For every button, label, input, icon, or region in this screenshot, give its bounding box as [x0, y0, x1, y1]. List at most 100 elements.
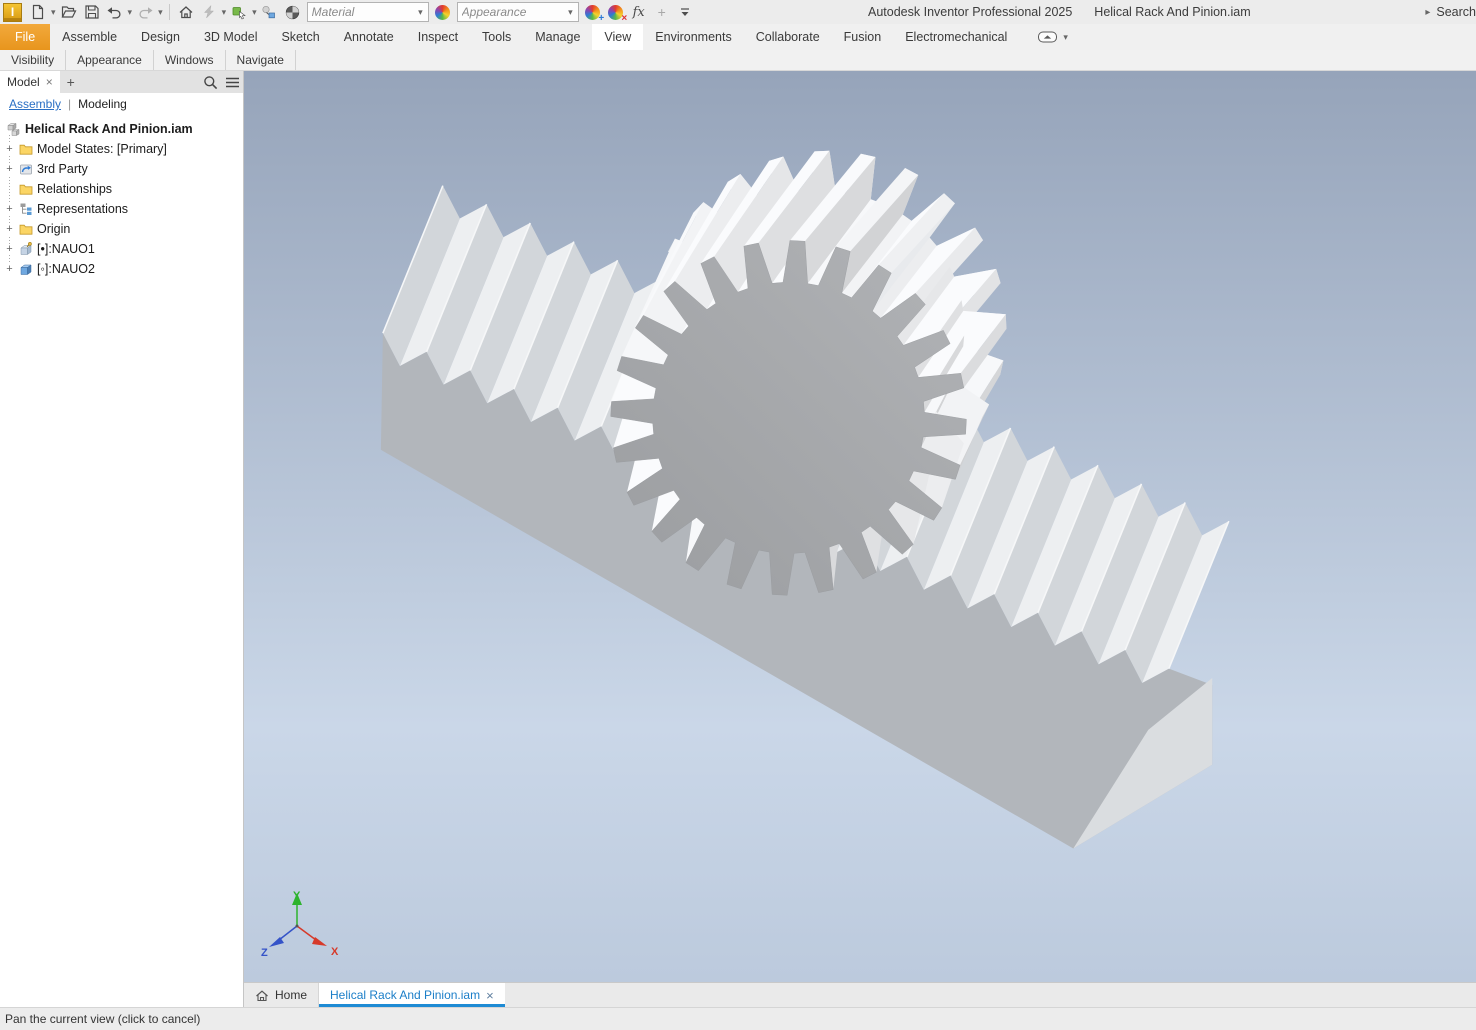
- color-wheel-clear-icon: ×: [608, 5, 623, 20]
- home-view-button[interactable]: [175, 2, 197, 22]
- tree-item-nauo2[interactable]: + [◦]:NAUO2: [0, 259, 243, 279]
- customize-toolbar-button[interactable]: [674, 2, 696, 22]
- replace-component-button[interactable]: [259, 2, 281, 22]
- return-dropdown[interactable]: ▾: [222, 7, 227, 18]
- select-dropdown[interactable]: ▾: [252, 7, 257, 18]
- material-sphere-icon: [284, 4, 301, 21]
- tab-manage[interactable]: Manage: [523, 24, 592, 50]
- home-tab-label: Home: [275, 988, 307, 1002]
- close-document-icon[interactable]: ×: [486, 988, 494, 1003]
- open-file-button[interactable]: [58, 2, 80, 22]
- tree-item-label: Relationships: [37, 182, 112, 196]
- tree-root-assembly[interactable]: Helical Rack And Pinion.iam: [0, 119, 243, 139]
- tree-item-label: Representations: [37, 202, 128, 216]
- select-tool-button[interactable]: [228, 2, 250, 22]
- representations-icon: [19, 202, 33, 216]
- inventor-logo-icon[interactable]: I: [3, 3, 22, 22]
- expander-plus[interactable]: +: [4, 224, 15, 235]
- search-area[interactable]: ▸ Search: [1425, 0, 1476, 24]
- ribbon-panels-row: Visibility Appearance Windows Navigate: [0, 50, 1476, 71]
- window-title: Autodesk Inventor Professional 2025 Heli…: [868, 0, 1251, 24]
- fx-icon: fx: [630, 5, 648, 20]
- tab-inspect[interactable]: Inspect: [406, 24, 470, 50]
- material-combo[interactable]: Material ▾: [307, 2, 429, 22]
- tree-item-model-states[interactable]: + Model States: [Primary]: [0, 139, 243, 159]
- tab-tools[interactable]: Tools: [470, 24, 523, 50]
- ribbon-display-toggle[interactable]: ▾: [1037, 24, 1069, 50]
- tab-file[interactable]: File: [0, 24, 50, 50]
- titlebar: I ▾ ▾ ▾ ▾ ▾: [0, 0, 1476, 24]
- customize-caret-icon: [679, 6, 691, 19]
- appearance-combo[interactable]: Appearance ▾: [457, 2, 579, 22]
- tree-item-representations[interactable]: + Representations: [0, 199, 243, 219]
- adjust-add-button[interactable]: +: [582, 2, 604, 22]
- panel-navigate[interactable]: Navigate: [226, 50, 296, 70]
- new-file-button[interactable]: [27, 2, 49, 22]
- document-tab-active[interactable]: Helical Rack And Pinion.iam ×: [319, 983, 505, 1007]
- home-tab[interactable]: Home: [244, 983, 319, 1007]
- view-assembly-link[interactable]: Assembly: [9, 97, 61, 111]
- close-icon[interactable]: ×: [46, 75, 53, 89]
- axis-x-line: [297, 926, 316, 940]
- browser-tab-label: Model: [7, 75, 40, 89]
- tab-annotate[interactable]: Annotate: [332, 24, 406, 50]
- expander-plus[interactable]: +: [4, 244, 15, 255]
- material-combo-caret: ▾: [418, 7, 423, 18]
- toolbar-separator: [169, 4, 170, 20]
- tree-item-label: [•]:NAUO1: [37, 242, 95, 256]
- new-file-dropdown[interactable]: ▾: [51, 7, 56, 18]
- browser-tab-model[interactable]: Model ×: [0, 71, 60, 93]
- axis-z-line: [279, 926, 297, 940]
- status-bar: Pan the current view (click to cancel): [0, 1007, 1476, 1030]
- tab-collaborate[interactable]: Collaborate: [744, 24, 832, 50]
- axis-z-label: Z: [261, 947, 268, 959]
- redo-button[interactable]: [134, 2, 156, 22]
- save-button[interactable]: [81, 2, 103, 22]
- tree-item-nauo1[interactable]: + [•]:NAUO1: [0, 239, 243, 259]
- add-browser-tab-button[interactable]: +: [60, 71, 82, 93]
- material-browser-button[interactable]: [282, 2, 304, 22]
- tab-fusion[interactable]: Fusion: [832, 24, 894, 50]
- undo-dropdown[interactable]: ▾: [128, 7, 133, 18]
- tab-view[interactable]: View: [592, 24, 643, 50]
- 3d-viewport-canvas[interactable]: [244, 71, 1476, 982]
- tab-3d-model[interactable]: 3D Model: [192, 24, 270, 50]
- tree-item-3rd-party[interactable]: + 3rd Party: [0, 159, 243, 179]
- tree-item-label: [◦]:NAUO2: [37, 262, 95, 276]
- undo-button[interactable]: [104, 2, 126, 22]
- browser-menu-button[interactable]: [221, 71, 243, 93]
- panel-visibility[interactable]: Visibility: [0, 50, 66, 70]
- view-modeling-link[interactable]: Modeling: [78, 97, 127, 111]
- expander-plus[interactable]: +: [4, 264, 15, 275]
- expander-plus[interactable]: +: [4, 204, 15, 215]
- ribbon-tab-bar: File Assemble Design 3D Model Sketch Ann…: [0, 24, 1476, 50]
- add-command-button[interactable]: +: [651, 2, 673, 22]
- tab-electromechanical[interactable]: Electromechanical: [893, 24, 1019, 50]
- tab-environments[interactable]: Environments: [643, 24, 743, 50]
- axis-triad: Y Z X: [258, 889, 358, 979]
- status-message: Pan the current view (click to cancel): [5, 1012, 200, 1026]
- parameters-button[interactable]: fx: [628, 2, 650, 22]
- clear-appearance-button[interactable]: ×: [605, 2, 627, 22]
- tree-item-origin[interactable]: + Origin: [0, 219, 243, 239]
- expander-plus[interactable]: +: [4, 164, 15, 175]
- panel-windows[interactable]: Windows: [154, 50, 226, 70]
- tab-sketch[interactable]: Sketch: [269, 24, 331, 50]
- tab-assemble[interactable]: Assemble: [50, 24, 129, 50]
- panel-appearance[interactable]: Appearance: [66, 50, 154, 70]
- model-browser-panel: Model × + Assembly | Modeling: [0, 71, 244, 1007]
- redo-dropdown[interactable]: ▾: [158, 7, 163, 18]
- search-expand-icon[interactable]: ▸: [1425, 7, 1430, 18]
- home-icon: [255, 989, 269, 1002]
- tree-item-label: 3rd Party: [37, 162, 88, 176]
- 3d-viewport[interactable]: Y Z X: [244, 71, 1476, 982]
- appearance-combo-value: Appearance: [462, 5, 567, 19]
- browser-search-button[interactable]: [199, 71, 221, 93]
- color-wheel-icon: [435, 5, 450, 20]
- search-label[interactable]: Search: [1436, 5, 1476, 19]
- tab-design[interactable]: Design: [129, 24, 192, 50]
- tree-item-relationships[interactable]: Relationships: [0, 179, 243, 199]
- adjust-appearance-button[interactable]: [432, 2, 454, 22]
- return-button[interactable]: [198, 2, 220, 22]
- expander-plus[interactable]: +: [4, 144, 15, 155]
